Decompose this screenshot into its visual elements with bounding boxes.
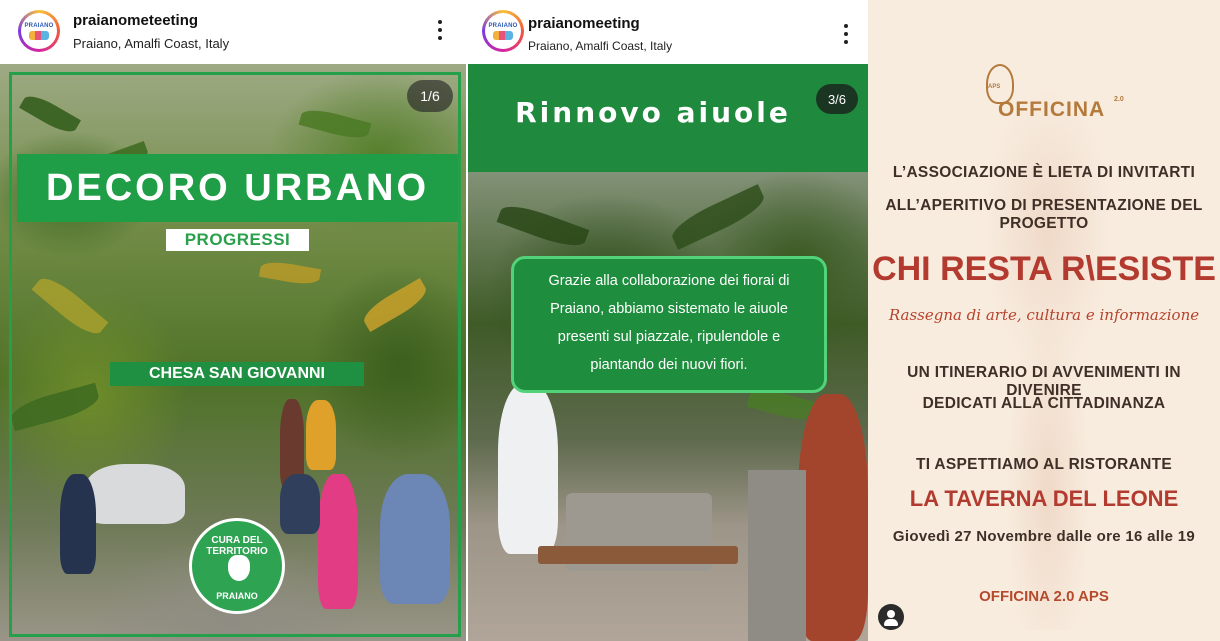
more-options-icon[interactable] — [843, 24, 849, 46]
logo-suffix: 2.0 — [1114, 96, 1124, 103]
territory-seal-logo: CURA DEL TERRITORIO PRAIANO — [189, 518, 285, 614]
organizer-footer: OFFICINA 2.0 APS — [979, 588, 1109, 605]
caption-card: Grazie alla collaborazione dei fiorai di… — [511, 256, 827, 393]
user-profile-icon[interactable] — [878, 604, 904, 630]
seal-top-text: CURA DEL TERRITORIO — [206, 535, 268, 557]
post-location[interactable]: Praiano, Amalfi Coast, Italy — [73, 36, 229, 51]
avatar-logo-text: PRAIANO — [24, 22, 54, 29]
carousel-counter: 1/6 — [407, 80, 453, 112]
post-card-3[interactable]: APS OFFICINA 2.0 L’ASSOCIAZIONE È LIETA … — [868, 0, 1220, 641]
more-options-icon[interactable] — [437, 20, 443, 42]
seal-bottom-text: PRAIANO — [216, 591, 258, 601]
logo-name: OFFICINA — [998, 98, 1106, 121]
place-label: CHESA SAN GIOVANNI — [110, 362, 364, 386]
banner-subtitle: PROGRESSI — [166, 229, 309, 251]
account-username[interactable]: praianomeeting — [528, 15, 640, 32]
account-username[interactable]: praianometeeting — [73, 12, 198, 29]
date-line: Giovedì 27 Novembre dalle ore 16 alle 19 — [892, 528, 1196, 545]
post-header: PRAIANO praianomeeting Praiano, Amalfi C… — [468, 0, 868, 64]
project-subtitle: Rassegna di arte, cultura e informazione — [888, 306, 1200, 324]
invite-line-2: ALL’APERITIVO DI PRESENTAZIONE DEL PROGE… — [885, 197, 1203, 232]
project-title: CHI RESTA R\ESISTE — [872, 250, 1216, 288]
post-location[interactable]: Praiano, Amalfi Coast, Italy — [528, 39, 672, 53]
itinerary-line-2: DEDICATI ALLA CITTADINANZA — [922, 395, 1166, 412]
invite-line-1: L’ASSOCIAZIONE È LIETA DI INVITARTI — [892, 164, 1196, 181]
post-header: PRAIANO praianometeeting Praiano, Amalfi… — [0, 0, 466, 64]
banner-title: DECORO URBANO — [17, 154, 458, 222]
logo-aps-text: APS — [988, 84, 1001, 90]
wait-line: TI ASPETTIAMO AL RISTORANTE — [915, 456, 1173, 473]
post-card-2: PRAIANO praianomeeting Praiano, Amalfi C… — [468, 0, 868, 641]
avatar-logo-text: PRAIANO — [488, 22, 518, 29]
account-avatar[interactable]: PRAIANO — [482, 10, 524, 52]
slide-title: Rinnovo aiuole — [515, 96, 791, 129]
account-avatar[interactable]: PRAIANO — [18, 10, 60, 52]
seal-emblem-icon — [228, 555, 250, 581]
carousel-counter: 3/6 — [816, 84, 858, 114]
post-card-1: PRAIANO praianometeeting Praiano, Amalfi… — [0, 0, 466, 641]
stone-pillar — [748, 470, 806, 641]
wooden-seat — [538, 546, 738, 564]
venue-name: LA TAVERNA DEL LEONE — [909, 486, 1179, 511]
